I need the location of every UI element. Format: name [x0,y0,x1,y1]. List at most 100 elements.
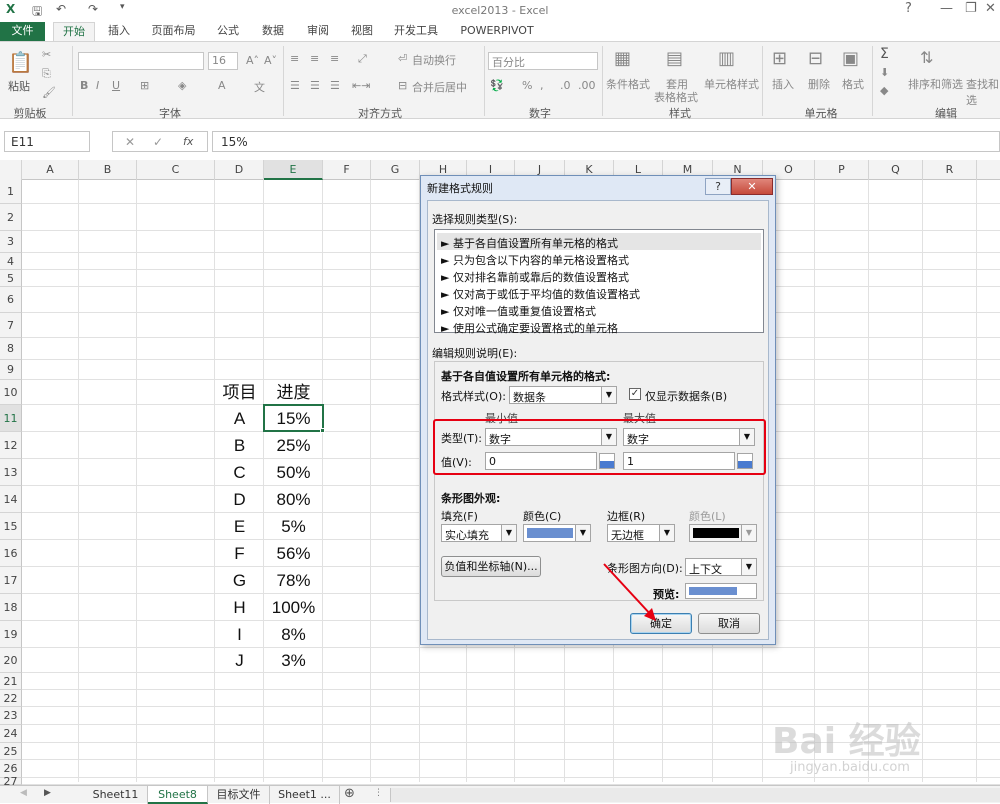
cell-progress[interactable]: 25% [264,432,323,459]
format-table-icon[interactable]: ▤ [666,48,683,69]
row-header[interactable]: 27 [0,776,22,787]
column-header[interactable]: Q [869,160,923,180]
row-header[interactable]: 1 [0,180,22,204]
row-header[interactable]: 19 [0,621,22,648]
row-header[interactable]: 7 [0,313,22,338]
row-header[interactable]: 22 [0,690,22,707]
shrink-font-icon[interactable]: A˅ [264,54,277,67]
add-sheet-icon[interactable]: ⊕ [344,786,355,801]
row-header-active[interactable]: 11 [0,405,22,432]
rule-type-item[interactable]: ► 只为包含以下内容的单元格设置格式 [437,250,761,267]
insert-cells-icon[interactable]: ⊞ [772,48,787,69]
restore-icon[interactable]: ❐ [965,1,977,16]
font-color-icon[interactable]: A [218,79,226,92]
cell-item[interactable]: A [215,405,264,432]
cell-item[interactable]: B [215,432,264,459]
sheet-tab[interactable]: Sheet1 ... [270,786,340,804]
align-top-icon[interactable]: ≡ [290,52,299,65]
comma-icon[interactable]: , [540,79,544,92]
row-header[interactable]: 9 [0,360,22,380]
insert-cells-button[interactable]: 插入 [772,76,794,92]
sheet-tab-active[interactable]: Sheet8 [148,786,208,804]
grow-font-icon[interactable]: A˄ [246,54,259,67]
increase-decimal-icon[interactable]: .0 [560,79,571,92]
column-header[interactable]: A [22,160,79,180]
tab-formulas[interactable]: 公式 [210,22,246,42]
rule-type-item[interactable]: ► 仅对唯一值或重复值设置格式 [437,301,761,318]
column-header[interactable]: R [923,160,977,180]
wrap-text-button[interactable]: 自动换行 [412,52,456,68]
cell-item[interactable]: D [215,486,264,513]
paste-icon[interactable]: 📋 [8,50,33,74]
row-header[interactable]: 13 [0,459,22,486]
border-color-select[interactable]: ▼ [689,524,757,542]
font-name-box[interactable] [78,52,204,70]
select-all-corner[interactable] [0,160,22,180]
format-style-select[interactable]: 数据条 ▼ [509,386,617,404]
help-icon[interactable]: ? [905,1,912,16]
cell-progress[interactable]: 56% [264,540,323,567]
format-table-button-2[interactable]: 表格格式 [654,89,698,105]
negative-axis-button[interactable]: 负值和坐标轴(N)... [441,556,541,577]
row-header[interactable]: 20 [0,648,22,673]
tab-developer[interactable]: 开发工具 [390,22,442,42]
paste-button[interactable]: 粘贴 [8,78,30,94]
cell-style-button[interactable]: 单元格样式 [704,76,759,92]
row-header[interactable]: 24 [0,725,22,743]
clear-icon[interactable]: ◆ [880,84,888,97]
enter-formula-icon[interactable]: ✓ [153,135,163,149]
tab-insert[interactable]: 插入 [100,22,138,42]
name-box[interactable]: E11 [4,131,90,152]
cell-progress[interactable]: 80% [264,486,323,513]
horizontal-scrollbar[interactable] [390,788,1000,802]
close-icon[interactable]: ✕ [731,178,773,195]
phonetic-icon[interactable]: 文 [254,79,265,95]
fill-icon[interactable]: ⬇ [880,66,889,79]
column-header[interactable]: G [371,160,420,180]
conditional-format-button[interactable]: 条件格式 [606,76,650,92]
row-header[interactable]: 10 [0,380,22,405]
sort-filter-button[interactable]: 排序和筛选 [908,76,963,92]
sheet-tab[interactable]: Sheet11 [84,786,148,804]
cell-header-item[interactable]: 项目 [215,380,264,406]
autosum-icon[interactable]: Σ [880,46,889,62]
cell-progress[interactable]: 100% [264,594,323,621]
merge-center-icon[interactable]: ⊟ [398,79,407,92]
undo-icon[interactable]: ↶ [56,2,66,16]
cell-item[interactable]: E [215,513,264,540]
rule-type-item[interactable]: ► 基于各自值设置所有单元格的格式 [437,233,761,250]
column-header[interactable]: B [79,160,137,180]
scroll-left-icon[interactable]: ◀ [20,788,27,798]
rule-type-item[interactable]: ► 仅对高于或低于平均值的数值设置格式 [437,284,761,301]
cell-item[interactable]: H [215,594,264,621]
fill-handle[interactable] [320,428,325,433]
direction-select[interactable]: 上下文 ▼ [685,558,757,576]
column-header-active[interactable]: E [264,160,323,180]
cell-item[interactable]: C [215,459,264,486]
cell-progress[interactable]: 78% [264,567,323,594]
align-left-icon[interactable]: ☰ [290,79,300,92]
rule-type-item[interactable]: ► 仅对排名靠前或靠后的数值设置格式 [437,267,761,284]
delete-cells-icon[interactable]: ⊟ [808,48,823,69]
row-header[interactable]: 14 [0,486,22,513]
row-header[interactable]: 21 [0,673,22,690]
delete-cells-button[interactable]: 删除 [808,76,830,92]
customize-qat-icon[interactable]: ▾ [120,2,125,12]
row-header[interactable]: 5 [0,270,22,287]
cell-progress[interactable]: 50% [264,459,323,486]
redo-icon[interactable]: ↷ [88,2,98,16]
cell-item[interactable]: I [215,621,264,648]
align-center-icon[interactable]: ☰ [310,79,320,92]
format-cells-icon[interactable]: ▣ [842,48,859,69]
decrease-decimal-icon[interactable]: .00 [578,79,596,92]
row-header[interactable]: 6 [0,287,22,313]
minimize-icon[interactable]: — [940,1,953,16]
border-select[interactable]: 无边框 ▼ [607,524,675,542]
copy-icon[interactable]: ⎘ [42,67,51,81]
sort-filter-icon[interactable]: ⇅ [920,48,933,67]
tab-home[interactable]: 开始 [53,22,95,42]
cancel-button[interactable]: 取消 [698,613,760,634]
tab-data[interactable]: 数据 [255,22,291,42]
border-icon[interactable]: ⊞ [140,79,149,92]
align-middle-icon[interactable]: ≡ [310,52,319,65]
